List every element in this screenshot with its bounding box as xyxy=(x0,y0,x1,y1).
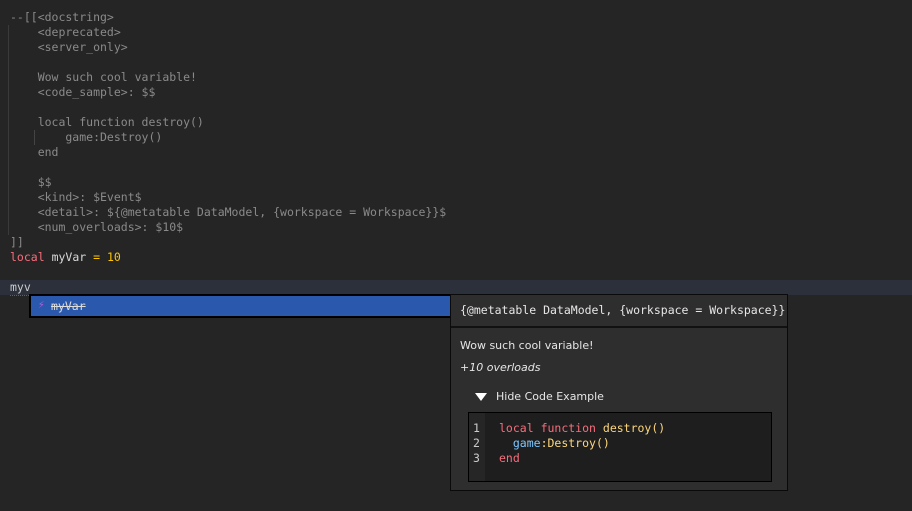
line-number: 1 xyxy=(473,421,480,435)
hide-code-example-toggle[interactable]: Hide Code Example xyxy=(475,390,604,403)
comment-line: $$ xyxy=(10,175,52,189)
tooltip-detail: {@metatable DataModel, {workspace = Work… xyxy=(451,295,787,328)
method-call: :Destroy() xyxy=(540,436,610,450)
tooltip-description: Wow such cool variable! xyxy=(460,339,594,352)
code-example: 1 2 3 local function destroy() game:Dest… xyxy=(468,412,772,482)
current-line-highlight xyxy=(0,280,912,295)
code-line: end xyxy=(499,451,520,466)
documentation-tooltip: {@metatable DataModel, {workspace = Work… xyxy=(450,294,788,491)
comment-line: <num_overloads>: $10$ xyxy=(10,220,184,234)
comment-line: game:Destroy() xyxy=(10,130,163,144)
line-number: 2 xyxy=(473,436,480,450)
keyword: local xyxy=(499,421,534,435)
comment-line: <deprecated> xyxy=(10,25,121,39)
code-line: local function destroy() xyxy=(499,421,665,436)
keyword: end xyxy=(499,451,520,465)
comment-line: end xyxy=(10,145,59,159)
tooltip-overloads: +10 overloads xyxy=(460,361,541,374)
comment-line: <kind>: $Event$ xyxy=(10,190,142,204)
keyword: local xyxy=(10,250,45,264)
operator: = xyxy=(93,250,101,264)
comment-line: Wow such cool variable! xyxy=(10,70,197,84)
code-line-declaration: local myVar = 10 xyxy=(10,250,121,265)
identifier: myVar xyxy=(51,250,87,264)
comment-line: --[[<docstring> xyxy=(10,10,114,24)
toggle-label: Hide Code Example xyxy=(496,390,604,403)
identifier: game xyxy=(512,436,541,450)
event-icon: ⚡ xyxy=(38,298,45,311)
autocomplete-list[interactable]: ⚡ myVar xyxy=(29,294,452,318)
keyword: function xyxy=(540,421,596,435)
number: 10 xyxy=(107,250,121,264)
comment-line: local function destroy() xyxy=(10,115,204,129)
triangle-down-icon xyxy=(475,393,487,401)
line-number: 3 xyxy=(473,451,480,465)
comment-line: <code_sample>: $$ xyxy=(10,85,156,99)
comment-line: <server_only> xyxy=(10,40,128,54)
function-name: destroy() xyxy=(602,421,666,435)
autocomplete-item-label: myVar xyxy=(51,299,86,313)
code-line: game:Destroy() xyxy=(499,436,610,451)
comment-line: <detail>: ${@metatable DataModel, {works… xyxy=(10,205,447,219)
typed-text[interactable]: myv xyxy=(10,280,31,296)
comment-line: ]] xyxy=(10,235,24,249)
indent-guide xyxy=(8,25,9,235)
